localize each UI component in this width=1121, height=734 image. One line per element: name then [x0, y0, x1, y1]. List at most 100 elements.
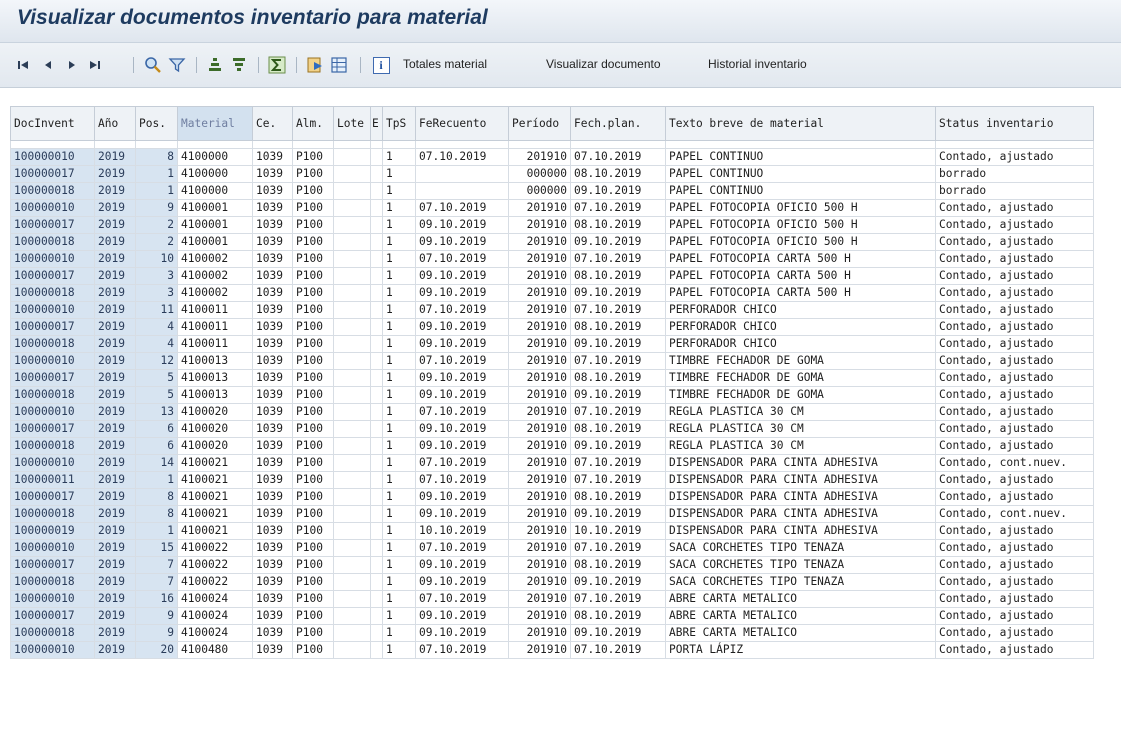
table-cell[interactable]: 16	[135, 590, 178, 608]
table-cell[interactable]	[370, 301, 383, 319]
table-cell[interactable]: 07.10.2019	[570, 148, 666, 166]
table-cell[interactable]: 20	[135, 641, 178, 659]
table-cell[interactable]	[370, 420, 383, 438]
table-cell[interactable]: borrado	[935, 182, 1094, 200]
table-cell[interactable]: 2019	[94, 607, 136, 625]
table-cell[interactable]	[333, 471, 371, 489]
table-cell[interactable]: 07.10.2019	[415, 539, 509, 557]
table-cell[interactable]: 10	[135, 250, 178, 268]
table-cell[interactable]	[370, 165, 383, 183]
table-cell[interactable]: 09.10.2019	[415, 233, 509, 251]
table-cell[interactable]: 07.10.2019	[570, 199, 666, 217]
table-cell[interactable]: 4100021	[177, 454, 253, 472]
table-cell[interactable]: 08.10.2019	[570, 267, 666, 285]
table-cell[interactable]: 09.10.2019	[570, 437, 666, 455]
table-cell[interactable]: 4100021	[177, 488, 253, 506]
table-cell[interactable]: P100	[292, 590, 334, 608]
table-cell[interactable]: PAPEL FOTOCOPIA OFICIO 500 H	[665, 216, 936, 234]
table-cell[interactable]: 1	[135, 182, 178, 200]
table-cell[interactable]: 10.10.2019	[570, 522, 666, 540]
table-cell[interactable]: Contado, ajustado	[935, 148, 1094, 166]
table-cell[interactable]: Contado, ajustado	[935, 267, 1094, 285]
table-cell[interactable]: 6	[135, 420, 178, 438]
table-cell[interactable]: 100000018	[10, 437, 95, 455]
table-cell[interactable]: P100	[292, 182, 334, 200]
table-cell[interactable]: 1039	[252, 607, 293, 625]
table-cell[interactable]: 4100002	[177, 267, 253, 285]
table-cell[interactable]: 07.10.2019	[570, 641, 666, 659]
table-cell[interactable]: PERFORADOR CHICO	[665, 301, 936, 319]
table-cell[interactable]: 4100022	[177, 573, 253, 591]
table-cell[interactable]: SACA CORCHETES TIPO TENAZA	[665, 573, 936, 591]
table-cell[interactable]: 2019	[94, 216, 136, 234]
table-cell[interactable]: 09.10.2019	[415, 556, 509, 574]
table-cell[interactable]: 100000010	[10, 454, 95, 472]
table-cell[interactable]: 4100021	[177, 471, 253, 489]
table-cell[interactable]	[333, 420, 371, 438]
table-cell[interactable]: 09.10.2019	[570, 284, 666, 302]
table-cell[interactable]: 100000018	[10, 573, 95, 591]
table-cell[interactable]: Contado, ajustado	[935, 335, 1094, 353]
table-cell[interactable]: 07.10.2019	[570, 539, 666, 557]
table-cell[interactable]: 08.10.2019	[570, 556, 666, 574]
table-cell[interactable]: ABRE CARTA METALICO	[665, 607, 936, 625]
table-cell[interactable]: 08.10.2019	[570, 216, 666, 234]
table-row[interactable]: 100000010 2019 15 4100022 1039 P100 1 07.10.201…	[10, 539, 1094, 557]
table-cell[interactable]	[370, 641, 383, 659]
table-cell[interactable]: 08.10.2019	[570, 607, 666, 625]
table-cell[interactable]: 1	[382, 624, 416, 642]
table-row[interactable]: 100000018 2019 2 4100001 1039 P100 1 09.10.2019…	[10, 233, 1094, 251]
table-cell[interactable]: 100000010	[10, 352, 95, 370]
table-cell[interactable]: 2	[135, 216, 178, 234]
table-cell[interactable]: 100000018	[10, 386, 95, 404]
table-cell[interactable]: 2019	[94, 335, 136, 353]
table-cell[interactable]: 4100020	[177, 437, 253, 455]
table-cell[interactable]: 201910	[508, 522, 571, 540]
table-cell[interactable]	[333, 233, 371, 251]
table-cell[interactable]: 2019	[94, 522, 136, 540]
table-cell[interactable]: 09.10.2019	[415, 267, 509, 285]
table-cell[interactable]: 1039	[252, 199, 293, 217]
table-cell[interactable]: 1	[382, 301, 416, 319]
table-cell[interactable]: 100000010	[10, 199, 95, 217]
table-cell[interactable]: P100	[292, 573, 334, 591]
table-row[interactable]: 100000010 2019 12 4100013 1039 P100 1 07.10.201…	[10, 352, 1094, 370]
table-cell[interactable]: P100	[292, 318, 334, 336]
table-row[interactable]: 100000010 2019 10 4100002 1039 P100 1 07.10.201…	[10, 250, 1094, 268]
table-cell[interactable]: 4100013	[177, 369, 253, 387]
table-cell[interactable]: 2019	[94, 386, 136, 404]
table-cell[interactable]	[370, 199, 383, 217]
table-cell[interactable]: 2019	[94, 369, 136, 387]
table-cell[interactable]: 201910	[508, 250, 571, 268]
table-cell[interactable]: 3	[135, 267, 178, 285]
table-cell[interactable]: 201910	[508, 590, 571, 608]
table-cell[interactable]	[333, 573, 371, 591]
table-cell[interactable]: 201910	[508, 454, 571, 472]
table-cell[interactable]: P100	[292, 471, 334, 489]
table-cell[interactable]: 2019	[94, 233, 136, 251]
table-cell[interactable]: DISPENSADOR PARA CINTA ADHESIVA	[665, 522, 936, 540]
table-cell[interactable]: 07.10.2019	[415, 301, 509, 319]
table-cell[interactable]: PORTA LÁPIZ	[665, 641, 936, 659]
table-cell[interactable]: 10.10.2019	[415, 522, 509, 540]
table-cell[interactable]: 4100011	[177, 301, 253, 319]
table-cell[interactable]: P100	[292, 233, 334, 251]
table-row[interactable]: 100000019 2019 1 4100021 1039 P100 1 10.10.2019…	[10, 522, 1094, 540]
table-cell[interactable]: 1	[382, 233, 416, 251]
table-cell[interactable]	[370, 471, 383, 489]
table-cell[interactable]: 1039	[252, 165, 293, 183]
table-cell[interactable]: Contado, ajustado	[935, 641, 1094, 659]
table-cell[interactable]	[370, 488, 383, 506]
table-cell[interactable]: 100000017	[10, 607, 95, 625]
table-cell[interactable]: 1	[382, 267, 416, 285]
table-cell[interactable]: 201910	[508, 199, 571, 217]
table-cell[interactable]: PAPEL CONTINUO	[665, 148, 936, 166]
table-cell[interactable]: P100	[292, 454, 334, 472]
table-cell[interactable]: 1039	[252, 318, 293, 336]
column-header[interactable]: Lote	[333, 106, 371, 141]
sum-icon[interactable]	[266, 54, 288, 76]
table-cell[interactable]: 09.10.2019	[570, 573, 666, 591]
table-cell[interactable]: Contado, ajustado	[935, 403, 1094, 421]
table-cell[interactable]: 6	[135, 437, 178, 455]
table-cell[interactable]	[333, 624, 371, 642]
